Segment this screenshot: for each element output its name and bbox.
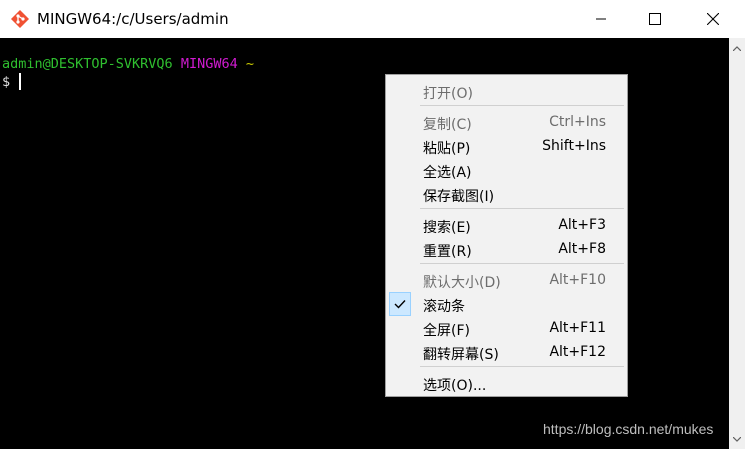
- menu-item-reset[interactable]: 重置(R) Alt+F8: [388, 237, 625, 261]
- prompt-line: admin@DESKTOP-SVKRVQ6 MINGW64 ~: [2, 55, 254, 73]
- current-path: ~: [245, 56, 255, 72]
- title-bar[interactable]: MINGW64:/c/Users/admin: [0, 0, 745, 38]
- menu-item-copy[interactable]: 复制(C) Ctrl+Ins: [388, 110, 625, 134]
- user-host: admin@DESKTOP-SVKRVQ6: [2, 56, 173, 72]
- menu-item-search[interactable]: 搜索(E) Alt+F3: [388, 213, 625, 237]
- menu-item-select-all[interactable]: 全选(A): [388, 158, 625, 182]
- menu-item-options[interactable]: 选项(O)...: [388, 371, 625, 395]
- system-name: MINGW64: [180, 56, 238, 72]
- menu-item-fullscreen[interactable]: 全屏(F) Alt+F11: [388, 316, 625, 340]
- watermark: https://blog.csdn.net/mukes: [543, 421, 714, 437]
- menu-item-open[interactable]: 打开(O): [388, 79, 625, 103]
- vertical-scrollbar[interactable]: [729, 38, 745, 449]
- menu-item-save-screenshot[interactable]: 保存截图(I): [388, 182, 625, 206]
- close-icon: [707, 13, 719, 25]
- git-diamond-icon: [10, 9, 30, 29]
- maximize-button[interactable]: [632, 0, 678, 38]
- menu-separator: [420, 208, 624, 209]
- checkmark-icon: [389, 292, 411, 316]
- menu-separator: [420, 105, 624, 106]
- context-menu[interactable]: 打开(O) 复制(C) Ctrl+Ins 粘贴(P) Shift+Ins 全选(…: [385, 74, 628, 397]
- menu-separator: [420, 263, 624, 264]
- maximize-icon: [649, 13, 661, 25]
- minimize-button[interactable]: [578, 0, 624, 38]
- close-button[interactable]: [690, 0, 736, 38]
- scroll-up-arrow-icon[interactable]: [729, 40, 745, 56]
- text-cursor: [19, 73, 21, 90]
- menu-item-default-size[interactable]: 默认大小(D) Alt+F10: [388, 268, 625, 292]
- menu-item-paste[interactable]: 粘贴(P) Shift+Ins: [388, 134, 625, 158]
- scroll-down-arrow-icon[interactable]: [729, 431, 745, 447]
- window-title: MINGW64:/c/Users/admin: [37, 10, 229, 28]
- menu-item-scrollbar[interactable]: 滚动条: [388, 292, 625, 316]
- prompt-symbol: $: [2, 74, 11, 90]
- minimize-icon: [596, 14, 606, 24]
- menu-separator: [420, 366, 624, 367]
- menu-item-flip-screen[interactable]: 翻转屏幕(S) Alt+F12: [388, 340, 625, 364]
